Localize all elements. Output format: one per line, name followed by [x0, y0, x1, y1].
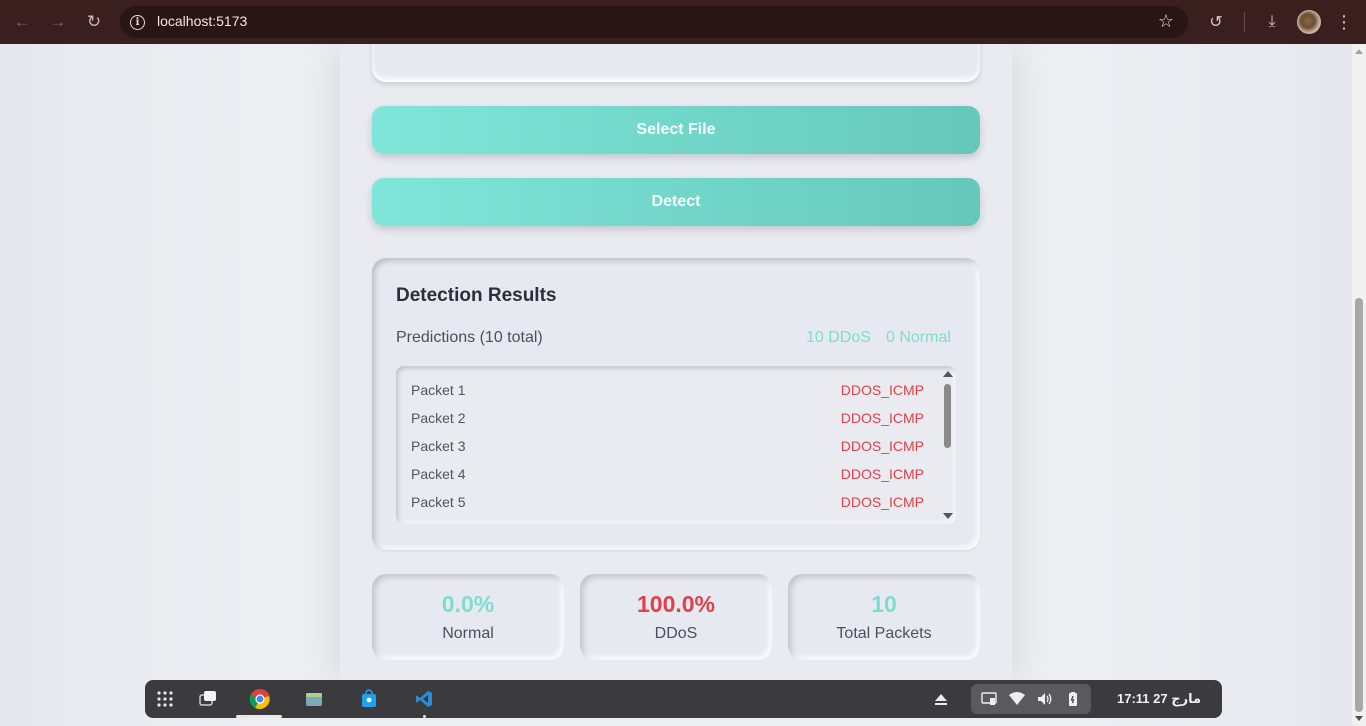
total-packets-value: 10 [871, 591, 897, 617]
scroll-down-arrow-icon[interactable] [943, 513, 953, 519]
page-viewport: Select File Detect Detection Results Pre… [0, 44, 1352, 726]
active-app-indicator [236, 715, 282, 718]
packet-row: Packet 2 DDOS_ICMP [396, 405, 940, 433]
packet-name: Packet 5 [411, 494, 466, 510]
packet-list[interactable]: Packet 1 DDOS_ICMP Packet 2 DDOS_ICMP Pa… [396, 366, 956, 524]
packet-row: Packet 4 DDOS_ICMP [396, 461, 940, 489]
detect-button[interactable]: Detect [372, 178, 980, 226]
download-icon[interactable]: ⤓ [1260, 10, 1284, 34]
site-info-icon[interactable]: i [130, 15, 145, 30]
eject-icon[interactable] [931, 689, 951, 709]
scroll-up-arrow-icon[interactable] [943, 371, 953, 377]
toolbar-divider [1244, 12, 1245, 32]
cast-icon[interactable] [981, 692, 997, 706]
total-packets-stat-card: 10 Total Packets [788, 574, 980, 660]
url-text[interactable]: localhost:5173 [157, 13, 247, 29]
normal-count-badge: 0 Normal [886, 329, 951, 346]
packet-name: Packet 3 [411, 438, 466, 454]
packet-type: DDOS_ICMP [840, 410, 924, 426]
select-file-button[interactable]: Select File [372, 106, 980, 154]
packet-name: Packet 1 [411, 382, 466, 398]
system-tray[interactable] [971, 684, 1091, 714]
files-app-icon[interactable] [304, 689, 324, 709]
total-packets-label: Total Packets [836, 625, 932, 642]
packet-name: Packet 2 [411, 410, 466, 426]
packet-type: DDOS_ICMP [840, 438, 924, 454]
ddos-count-badge: 10 DDoS [806, 329, 871, 346]
packet-name: Packet 4 [411, 466, 466, 482]
ddos-percentage: 100.0% [636, 591, 715, 617]
profile-avatar[interactable] [1297, 10, 1321, 34]
store-app-icon[interactable] [359, 689, 379, 709]
battery-icon[interactable] [1065, 692, 1081, 706]
page-scrollbar[interactable] [1352, 44, 1366, 726]
packet-row: Packet 3 DDOS_ICMP [396, 433, 940, 461]
normal-stat-card: 0.0% Normal [372, 574, 564, 660]
wifi-icon[interactable] [1009, 692, 1025, 706]
normal-percentage: 0.0% [441, 591, 495, 617]
forward-arrow-icon[interactable]: → [46, 10, 70, 34]
normal-stat-label: Normal [442, 625, 494, 642]
history-icon[interactable]: ↺ [1204, 10, 1228, 34]
ddos-stat-card: 100.0% DDoS [580, 574, 772, 660]
packet-type: DDOS_ICMP [840, 382, 924, 398]
bookmark-star-icon[interactable]: ☆ [1158, 11, 1174, 32]
detection-results-panel: Detection Results Predictions (10 total)… [372, 258, 980, 550]
packet-row: Packet 1 DDOS_ICMP [396, 377, 940, 405]
page-scroll-down-icon[interactable] [1355, 716, 1363, 721]
launcher-grid-icon[interactable] [155, 689, 175, 709]
packet-list-scrollbar[interactable] [940, 366, 956, 524]
kebab-menu-icon[interactable]: ⋮ [1332, 10, 1356, 34]
chrome-browser-icon[interactable] [249, 688, 271, 710]
address-bar[interactable]: i localhost:5173 ☆ [120, 6, 1188, 38]
overview-windows-icon[interactable] [198, 689, 218, 709]
os-shelf: 17:11 27 مارج [145, 680, 1222, 718]
upload-panel [372, 44, 980, 82]
page-scroll-up-icon[interactable] [1355, 49, 1363, 54]
reload-icon[interactable]: ↻ [82, 10, 106, 34]
back-arrow-icon[interactable]: ← [10, 10, 34, 34]
running-app-dot [423, 715, 426, 718]
vscode-app-icon[interactable] [414, 689, 434, 709]
volume-icon[interactable] [1037, 692, 1053, 706]
clock-date[interactable]: 17:11 27 مارج [1117, 691, 1201, 707]
packet-row: Packet 5 DDOS_ICMP [396, 489, 940, 517]
browser-toolbar: ← → ↻ i localhost:5173 ☆ ↺ ⤓ ⋮ [0, 0, 1366, 44]
scroll-thumb[interactable] [944, 384, 951, 448]
predictions-total-label: Predictions (10 total) [396, 329, 543, 346]
packet-type: DDOS_ICMP [840, 466, 924, 482]
ddos-stat-label: DDoS [654, 625, 698, 642]
page-scroll-thumb[interactable] [1355, 298, 1363, 712]
packet-type: DDOS_ICMP [840, 494, 924, 510]
results-title: Detection Results [396, 285, 557, 306]
